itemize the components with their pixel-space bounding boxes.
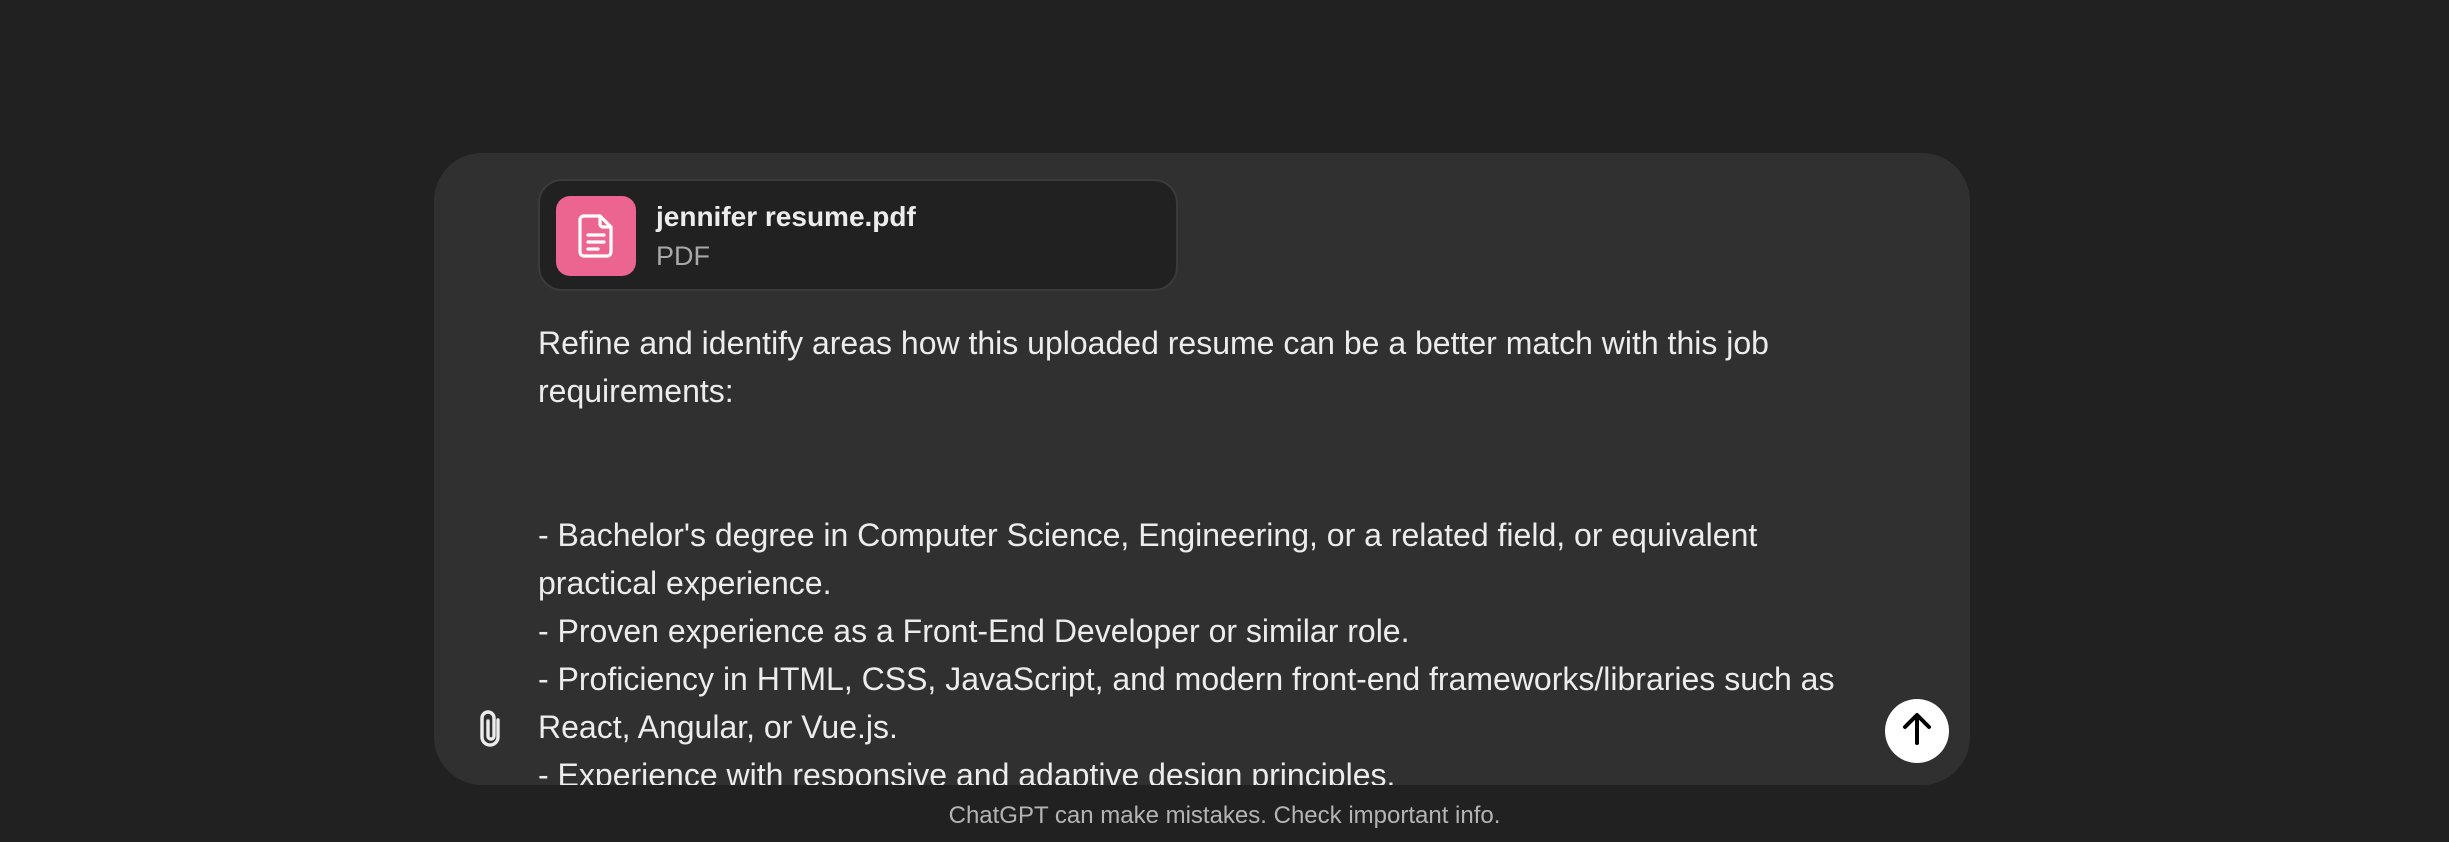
- requirement-line: - Experience with responsive and adaptiv…: [538, 757, 1396, 785]
- attach-file-button[interactable]: [466, 707, 514, 755]
- paperclip-icon: [473, 708, 507, 755]
- attachment-filename: jennifer resume.pdf: [656, 201, 916, 232]
- blank-lines: [538, 415, 1866, 511]
- send-button[interactable]: [1885, 699, 1949, 763]
- chat-page: jennifer resume.pdf PDF Refine and ident…: [0, 0, 2449, 842]
- document-icon: [556, 196, 636, 276]
- message-intro: Refine and identify areas how this uploa…: [538, 325, 1769, 409]
- attachment-filetype: PDF: [656, 241, 710, 271]
- message-composer[interactable]: jennifer resume.pdf PDF Refine and ident…: [434, 153, 1970, 785]
- requirement-line: - Proven experience as a Front-End Devel…: [538, 613, 1410, 649]
- disclaimer-text: ChatGPT can make mistakes. Check importa…: [948, 802, 1501, 829]
- message-text[interactable]: Refine and identify areas how this uploa…: [538, 319, 1866, 785]
- requirement-line: - Bachelor's degree in Computer Science,…: [538, 517, 1758, 601]
- composer-scroll-area[interactable]: jennifer resume.pdf PDF Refine and ident…: [538, 179, 1866, 785]
- arrow-up-icon: [1901, 712, 1933, 751]
- file-attachment-card[interactable]: jennifer resume.pdf PDF: [538, 179, 1178, 291]
- requirement-line: - Proficiency in HTML, CSS, JavaScript, …: [538, 661, 1835, 745]
